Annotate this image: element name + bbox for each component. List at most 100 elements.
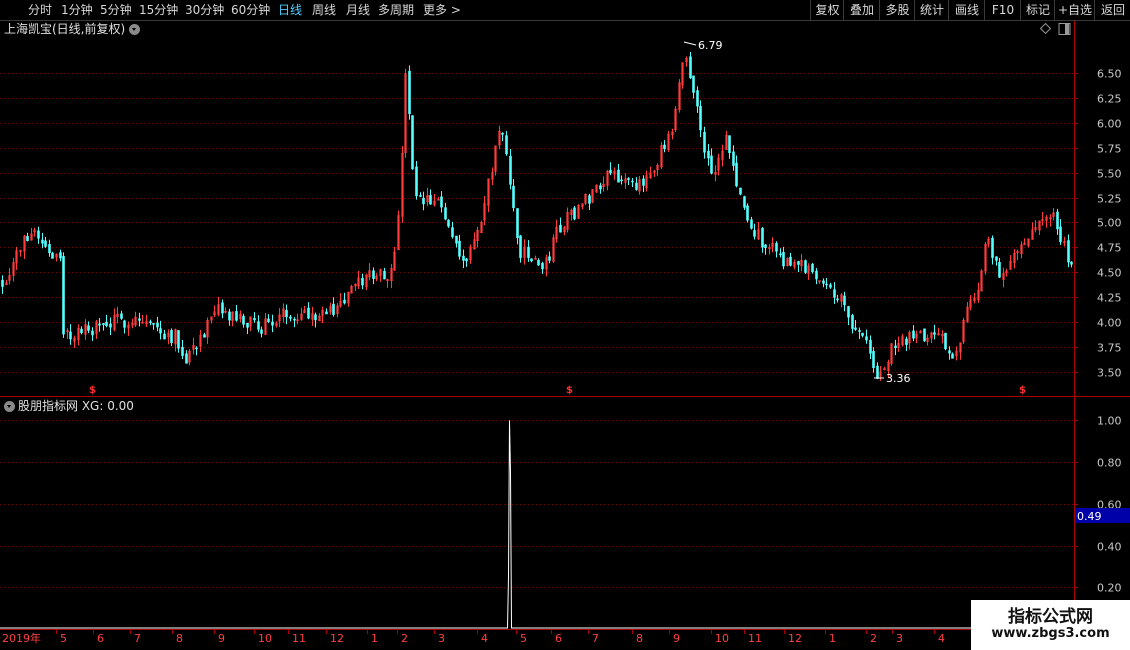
candle-body xyxy=(836,298,839,301)
candle-body xyxy=(152,323,155,325)
x-tick-label: 8 xyxy=(176,632,183,645)
candle-body xyxy=(519,235,522,258)
candle-body xyxy=(588,195,591,204)
candle-body xyxy=(865,336,868,341)
x-tick-label: 9 xyxy=(673,632,680,645)
candle-body xyxy=(361,277,364,286)
high-annotation-label: 6.79 xyxy=(698,39,723,52)
x-tick-label: 5 xyxy=(60,632,67,645)
x-tick-label: 6 xyxy=(555,632,562,645)
main-y-tick-label: 5.00 xyxy=(1097,217,1122,230)
candle-body xyxy=(609,169,612,174)
candle-body xyxy=(923,328,926,342)
candle-body xyxy=(332,303,335,315)
x-tick-label: 2 xyxy=(870,632,877,645)
candle-body xyxy=(444,207,447,220)
main-y-tick-label: 3.50 xyxy=(1097,367,1122,380)
candle-body xyxy=(447,219,450,227)
candle-body xyxy=(156,322,159,328)
x-tick-label: 12 xyxy=(330,632,344,645)
candle-body xyxy=(501,132,504,135)
candle-body xyxy=(293,318,296,321)
x-tick-label: 1 xyxy=(829,632,836,645)
candle-body xyxy=(195,347,198,350)
candle-body xyxy=(163,333,166,340)
candle-body xyxy=(825,283,828,286)
candle-body xyxy=(750,219,753,229)
indicator-y-tick-label: 0.80 xyxy=(1097,457,1122,470)
candle-body xyxy=(548,256,551,261)
watermark-url: www.zbgs3.com xyxy=(991,626,1110,641)
main-y-tick-label: 3.75 xyxy=(1097,342,1122,355)
candle-body xyxy=(944,332,947,350)
candle-body xyxy=(203,334,206,338)
x-tick-label: 1 xyxy=(371,632,378,645)
x-tick-label: 4 xyxy=(481,632,488,645)
main-y-tick-label: 5.75 xyxy=(1097,143,1122,156)
candle-body xyxy=(822,280,825,284)
candle-body xyxy=(91,330,94,336)
candle-body xyxy=(451,227,454,238)
candle-body xyxy=(415,166,418,197)
candle-body xyxy=(541,263,544,270)
indicator-grid xyxy=(0,420,1074,588)
candle-body xyxy=(138,318,141,321)
candle-body xyxy=(775,243,778,252)
main-y-tick-label: 4.50 xyxy=(1097,267,1122,280)
indicator-series xyxy=(0,420,1074,629)
candle-body xyxy=(991,237,994,258)
diamond-icon[interactable] xyxy=(1039,22,1052,35)
candle-body xyxy=(242,315,245,325)
candle-body xyxy=(516,208,519,239)
high-annotation-leader xyxy=(683,41,697,46)
indicator-y-tick-label: 0.40 xyxy=(1097,541,1122,554)
candle-body xyxy=(1059,226,1062,243)
candle-body xyxy=(383,270,386,280)
candle-body xyxy=(573,207,576,220)
current-value-label: 0.49 xyxy=(1077,510,1102,523)
candle-body xyxy=(761,228,764,248)
candle-body xyxy=(743,196,746,208)
candle-body xyxy=(530,258,533,262)
candle-body xyxy=(905,338,908,345)
main-y-tick-label: 5.25 xyxy=(1097,193,1122,206)
candle-body xyxy=(811,263,814,273)
candle-body xyxy=(307,307,310,319)
candle-body xyxy=(149,321,152,324)
candle-body xyxy=(735,162,738,187)
x-tick-label: 2 xyxy=(401,632,408,645)
candle-body xyxy=(1056,211,1059,230)
x-tick-label: 10 xyxy=(715,632,729,645)
candlesticks xyxy=(1,51,1073,381)
main-y-tick-label: 4.75 xyxy=(1097,242,1122,255)
main-y-tick-label: 5.50 xyxy=(1097,168,1122,181)
candle-body xyxy=(80,328,83,334)
candle-body xyxy=(876,365,879,379)
candle-body xyxy=(372,270,375,279)
candle-body xyxy=(51,252,54,259)
candle-body xyxy=(933,332,936,335)
candle-body xyxy=(764,244,767,248)
candle-body xyxy=(789,256,792,266)
panel-toggle-icon[interactable] xyxy=(1058,23,1071,35)
candle-body xyxy=(235,311,238,321)
candle-body xyxy=(512,185,515,209)
candle-body xyxy=(271,321,274,326)
candle-body xyxy=(779,253,782,256)
candle-body xyxy=(159,328,162,334)
candle-body xyxy=(509,155,512,185)
candle-body xyxy=(829,284,832,288)
candle-body xyxy=(861,332,864,336)
x-tick-label: 9 xyxy=(218,632,225,645)
candle-body xyxy=(505,135,508,155)
candle-body xyxy=(732,151,735,166)
indicator-y-tick-label: 0.20 xyxy=(1097,582,1122,595)
main-grid xyxy=(0,73,1074,373)
candle-body xyxy=(44,240,47,247)
candle-body xyxy=(951,353,954,359)
candle-body xyxy=(599,185,602,190)
candle-body xyxy=(285,310,288,318)
x-tick-label: 5 xyxy=(520,632,527,645)
candle-body xyxy=(692,75,695,93)
candle-body xyxy=(462,255,465,261)
